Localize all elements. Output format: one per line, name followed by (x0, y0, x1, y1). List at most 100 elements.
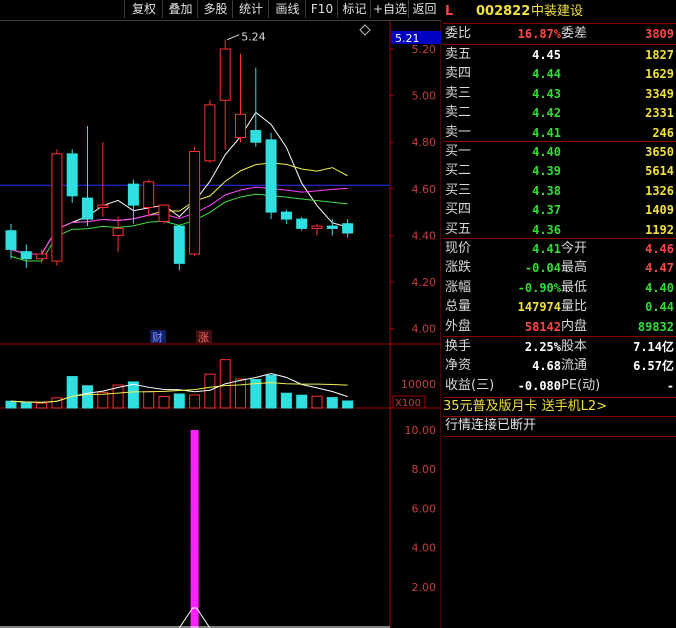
stat-value: 58142 (524, 319, 561, 334)
candle-body (5, 230, 17, 250)
price-tick-label: 4.00 (412, 323, 437, 336)
sell-row: 卖四 4.44 1629 (443, 64, 676, 84)
buy-price: 4.40 (532, 145, 561, 159)
fin-value: 7.14亿 (633, 340, 674, 354)
quote-panel: L 002822 中装建设 委比 16.87% 委差 3809 卖五 4.45 18… (443, 0, 676, 628)
stat-value: -0.90% (517, 280, 561, 295)
toolbar-button-5[interactable]: F10 (305, 0, 338, 18)
candle-body (66, 153, 78, 197)
stat-row: 外盘 58142 内盘 89832 (443, 317, 676, 337)
candle-body (296, 218, 308, 229)
fin-label: 净资 (445, 358, 472, 374)
candle-body (36, 253, 48, 260)
candle-body (326, 225, 338, 229)
weibi-value: 16.87% (517, 27, 561, 41)
stock-name: 中装建设 (531, 4, 584, 19)
stat-row: 涨跌 -0.04 最高 4.47 (443, 258, 676, 278)
stat-row: 现价 4.41 今开 4.46 (443, 239, 676, 259)
price-tick-label: 4.60 (412, 183, 437, 196)
fin-label: 换手 (445, 339, 472, 354)
fin-label: 收益(三) (445, 377, 495, 393)
toolbar-button-3[interactable]: 统计 (232, 0, 269, 18)
toolbar-button-6[interactable]: 标记 (337, 0, 371, 18)
candle-body (158, 204, 170, 222)
volume-bar (189, 394, 201, 409)
toolbar-button-1[interactable]: 叠加 (162, 0, 198, 18)
buy-volume: 5614 (645, 164, 674, 179)
volume-bar (158, 395, 170, 409)
toolbar-button-0[interactable]: 复权 (124, 0, 163, 18)
fin-value: 2.25% (524, 340, 561, 354)
buy-volume: 1409 (645, 203, 674, 218)
sell-row: 卖一 4.41 246 (443, 123, 676, 143)
promo-link[interactable]: 35元普及版月卡 送手机L2> (443, 397, 676, 417)
sell-volume: 1629 (645, 67, 674, 82)
fin-value: 6.57亿 (633, 359, 674, 374)
volume-bar (20, 402, 32, 409)
candle-body (127, 183, 139, 206)
sell-level-label: 卖一 (445, 124, 472, 140)
stat-label: 今开 (561, 241, 588, 256)
sell-level-label: 卖五 (445, 47, 472, 62)
volume-bar (5, 400, 17, 409)
sell-row: 卖二 4.42 2331 (443, 103, 676, 123)
sell-price: 4.44 (532, 67, 561, 82)
buy-level-label: 买二 (445, 163, 472, 179)
candle-body (112, 227, 124, 236)
candle-body (97, 204, 109, 208)
weibi-row: 委比 16.87% 委差 3809 (443, 24, 676, 44)
fin-value: - (666, 378, 674, 393)
price-tick-label: 5.00 (412, 90, 437, 103)
sell-price: 4.45 (532, 48, 561, 62)
kline-chart[interactable]: 5.205.004.804.604.404.204.005.215.24财 涨10… (0, 0, 441, 628)
sell-volume: 1827 (645, 48, 674, 62)
toolbar-button-4[interactable]: 画线 (268, 0, 306, 18)
volume-bar (143, 391, 155, 409)
price-tick-label: 4.40 (412, 229, 437, 242)
buy-row: 买二 4.39 5614 (443, 161, 676, 181)
candle-body (82, 197, 93, 220)
toolbar-button-8[interactable]: 返回 (408, 0, 440, 18)
volume-bar (311, 395, 323, 409)
limit-up-marker: 涨 (198, 331, 209, 344)
volume-bar (326, 397, 338, 409)
fin-label: 股本 (561, 339, 588, 354)
toolbar-button-2[interactable]: 多股 (197, 0, 233, 18)
volume-bar (280, 392, 292, 409)
buy-level-label: 买一 (445, 144, 472, 159)
buy-level-label: 买四 (445, 202, 472, 218)
indicator-bar (190, 430, 199, 628)
diamond-icon (359, 24, 371, 36)
stat-value: 89832 (637, 319, 674, 334)
volume-bar (127, 381, 139, 409)
buy-row: 买四 4.37 1409 (443, 200, 676, 220)
indicator-tick-label: 2.00 (412, 581, 437, 594)
market-tag: L (445, 4, 454, 19)
stat-value: 4.40 (645, 280, 674, 295)
stat-label: 现价 (445, 241, 472, 256)
toolbar-button-7[interactable]: +自选 (370, 0, 409, 18)
buy-price: 4.37 (532, 203, 561, 218)
stat-label: 内盘 (561, 318, 588, 334)
candle-body (173, 225, 185, 264)
price-tick-label: 4.20 (412, 276, 437, 289)
candle-body (20, 251, 32, 260)
stock-code: 002822 (476, 4, 531, 19)
price-tick-label: 4.80 (412, 136, 437, 149)
sell-level-label: 卖三 (445, 85, 472, 101)
volume-bar (66, 376, 78, 409)
stat-row: 涨幅 -0.90% 最低 4.40 (443, 278, 676, 298)
sell-level-label: 卖四 (445, 66, 472, 82)
volume-bar (235, 378, 246, 409)
fin-row: 收益(三) -0.080 PE(动) - (443, 376, 676, 396)
high-annotation-line (227, 34, 240, 41)
volume-bar (265, 374, 277, 409)
candle-body (342, 223, 354, 234)
indicator-tick-label: 4.00 (412, 542, 437, 555)
fin-label: 流通 (561, 358, 588, 374)
stat-value: 4.46 (645, 242, 674, 256)
fin-row: 净资 4.68 流通 6.57亿 (443, 356, 676, 376)
sell-volume: 2331 (645, 106, 674, 121)
candle-body (250, 130, 262, 143)
sell-price: 4.41 (532, 125, 561, 140)
